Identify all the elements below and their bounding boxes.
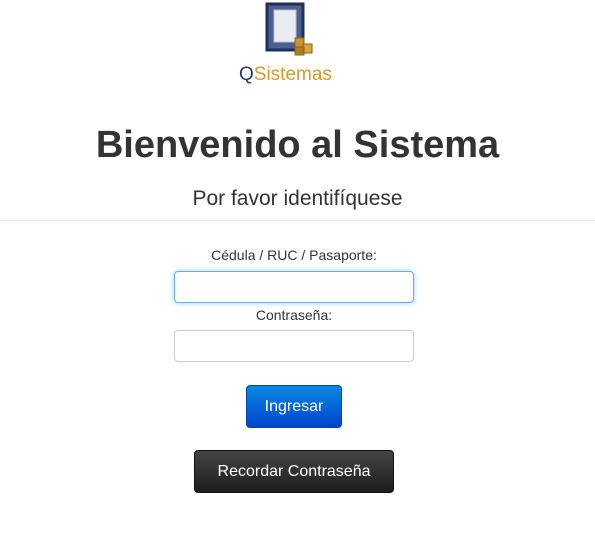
login-page: QSistemas Bienvenido al Sistema Por favo…	[0, 0, 595, 538]
logo-wordmark-q: Q	[239, 64, 254, 85]
recover-password-button[interactable]: Recordar Contraseña	[194, 450, 394, 493]
divider	[0, 220, 595, 221]
password-input[interactable]	[174, 330, 414, 362]
qsistemas-logo: QSistemas	[237, 0, 341, 92]
password-label: Contraseña:	[255, 307, 333, 323]
qsistemas-logo-icon	[265, 2, 313, 56]
login-button[interactable]: Ingresar	[246, 385, 342, 428]
page-subtitle: Por favor identifíquese	[192, 187, 403, 210]
id-label: Cédula / RUC / Pasaporte:	[211, 247, 377, 263]
id-input[interactable]	[174, 271, 414, 303]
page-title: Bienvenido al Sistema	[95, 124, 500, 166]
logo-wordmark: QSistemas	[239, 64, 339, 86]
logo-wordmark-rest: Sistemas	[253, 64, 332, 85]
